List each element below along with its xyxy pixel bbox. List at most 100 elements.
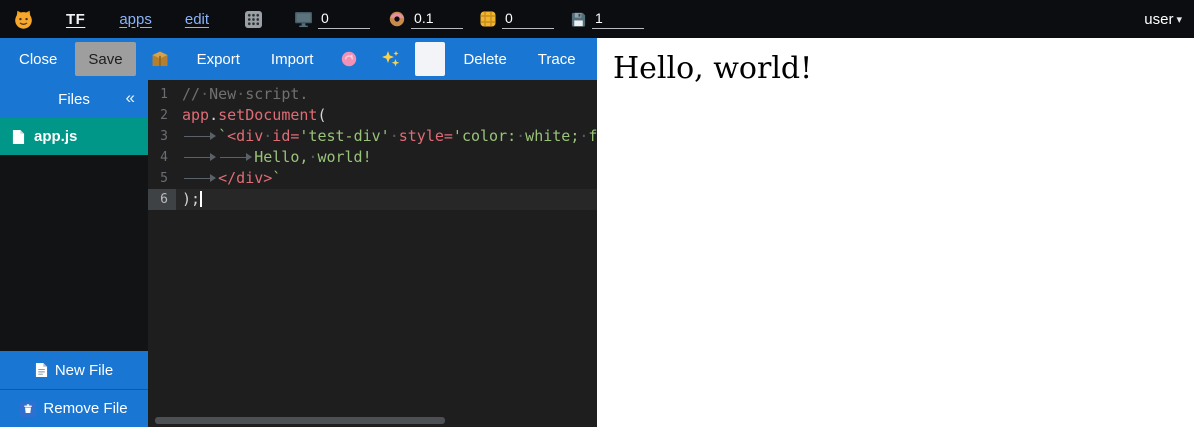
code-token: </div> bbox=[218, 169, 272, 187]
remove-file-label: Remove File bbox=[43, 400, 127, 417]
text-cursor bbox=[200, 191, 202, 207]
code-token: 'color: bbox=[453, 127, 516, 145]
user-menu[interactable]: user▾ bbox=[1144, 11, 1182, 28]
export-button[interactable]: Export bbox=[184, 42, 253, 76]
space-marker: · bbox=[390, 127, 399, 145]
horizontal-scrollbar[interactable] bbox=[148, 417, 597, 425]
monitor-icon bbox=[294, 11, 313, 28]
line-number-3: 3 bbox=[148, 126, 176, 147]
line-number-6: 6 bbox=[148, 189, 176, 210]
document-icon bbox=[12, 129, 25, 145]
sparkles-button[interactable] bbox=[372, 42, 410, 76]
cat-face-icon[interactable] bbox=[13, 9, 34, 30]
chevron-down-icon: ▾ bbox=[1176, 13, 1182, 26]
tab-marker bbox=[182, 172, 218, 184]
code-token: white; bbox=[525, 127, 579, 145]
rendered-output: Hello, world! bbox=[597, 38, 1194, 427]
output-text: Hello, world! bbox=[613, 52, 1178, 87]
code-token: ` bbox=[272, 169, 281, 187]
code-line-6[interactable]: 6); bbox=[148, 189, 597, 210]
stat-value: 0 bbox=[318, 10, 370, 29]
scrollbar-thumb[interactable] bbox=[155, 417, 445, 424]
code-line-4[interactable]: 4Hello,·world! bbox=[148, 147, 597, 168]
code-token: Hello, bbox=[254, 148, 308, 166]
new-file-label: New File bbox=[55, 362, 113, 379]
code-line-2[interactable]: 2app.setDocument( bbox=[148, 105, 597, 126]
code-token: f bbox=[588, 127, 597, 145]
code-token: ` bbox=[218, 127, 227, 145]
sparkles-icon bbox=[381, 49, 401, 69]
code-token: ( bbox=[317, 106, 326, 124]
space-marker: · bbox=[263, 127, 272, 145]
code-token: script. bbox=[245, 85, 308, 103]
editor-toolbar: Close Save Export Import bbox=[0, 38, 597, 80]
code-token: id= bbox=[272, 127, 299, 145]
space-marker: · bbox=[516, 127, 525, 145]
stat-value: 1 bbox=[592, 10, 644, 29]
code-content: app.setDocument( bbox=[176, 105, 597, 126]
soap-icon bbox=[340, 50, 358, 68]
file-item-appjs[interactable]: app.js bbox=[0, 118, 148, 155]
code-editor[interactable]: 1//·New·script.2app.setDocument(3`<div·i… bbox=[148, 80, 597, 427]
code-token: <div bbox=[227, 127, 263, 145]
tab-marker bbox=[218, 151, 254, 163]
code-line-5[interactable]: 5</div>` bbox=[148, 168, 597, 189]
trace-button[interactable]: Trace bbox=[525, 42, 589, 76]
code-line-3[interactable]: 3`<div·id='test-div'·style='color:·white… bbox=[148, 126, 597, 147]
files-sidebar: Files « app.js New File bbox=[0, 80, 148, 427]
stat-value: 0 bbox=[502, 10, 554, 29]
code-content: `<div·id='test-div'·style='color:·white;… bbox=[176, 126, 597, 147]
remove-file-button[interactable]: Remove File bbox=[0, 389, 148, 427]
blank-button[interactable] bbox=[415, 42, 445, 76]
litter-bin-icon bbox=[20, 401, 36, 417]
code-lines: 1//·New·script.2app.setDocument(3`<div·i… bbox=[148, 80, 597, 210]
code-token: . bbox=[209, 106, 218, 124]
package-icon bbox=[150, 49, 170, 69]
waffle-icon bbox=[479, 10, 497, 28]
space-marker: · bbox=[200, 85, 209, 103]
stat-waffle: 0 bbox=[479, 10, 554, 29]
code-content: Hello,·world! bbox=[176, 147, 597, 168]
tab-marker bbox=[182, 151, 218, 163]
stat-monitor: 0 bbox=[294, 10, 370, 29]
line-number-4: 4 bbox=[148, 147, 176, 168]
floppy-disk-icon bbox=[570, 11, 587, 28]
save-button[interactable]: Save bbox=[75, 42, 135, 76]
code-token: // bbox=[182, 85, 200, 103]
code-token: New bbox=[209, 85, 236, 103]
apps-link[interactable]: apps bbox=[119, 11, 152, 28]
file-name: app.js bbox=[34, 128, 77, 145]
new-file-button[interactable]: New File bbox=[0, 351, 148, 389]
code-token: app bbox=[182, 106, 209, 124]
line-number-1: 1 bbox=[148, 84, 176, 105]
donut-icon bbox=[388, 10, 406, 28]
user-label: user bbox=[1144, 11, 1173, 28]
home-link[interactable]: TF bbox=[66, 11, 85, 28]
line-number-5: 5 bbox=[148, 168, 176, 189]
code-content: //·New·script. bbox=[176, 84, 597, 105]
code-token: world! bbox=[317, 148, 371, 166]
line-number-2: 2 bbox=[148, 105, 176, 126]
collapse-sidebar-icon[interactable]: « bbox=[126, 88, 135, 108]
files-header: Files « bbox=[0, 80, 148, 118]
code-token: ); bbox=[182, 190, 200, 208]
tab-marker bbox=[182, 130, 218, 142]
sidebar-empty-area bbox=[0, 155, 148, 351]
topbar: TF apps edit 0 0.1 bbox=[0, 0, 1194, 38]
edit-link[interactable]: edit bbox=[185, 11, 209, 28]
stat-floppy: 1 bbox=[570, 10, 644, 29]
code-token: setDocument bbox=[218, 106, 317, 124]
import-button[interactable]: Import bbox=[258, 42, 327, 76]
code-content: ); bbox=[176, 189, 597, 210]
code-line-1[interactable]: 1//·New·script. bbox=[148, 84, 597, 105]
new-file-icon bbox=[35, 362, 48, 378]
delete-button[interactable]: Delete bbox=[450, 42, 519, 76]
app-grid-icon[interactable] bbox=[245, 11, 262, 28]
stat-donut: 0.1 bbox=[388, 10, 463, 29]
code-content: </div>` bbox=[176, 168, 597, 189]
space-marker: · bbox=[236, 85, 245, 103]
close-button[interactable]: Close bbox=[6, 42, 70, 76]
soap-button[interactable] bbox=[331, 42, 367, 76]
code-token: style= bbox=[399, 127, 453, 145]
package-button[interactable] bbox=[141, 42, 179, 76]
